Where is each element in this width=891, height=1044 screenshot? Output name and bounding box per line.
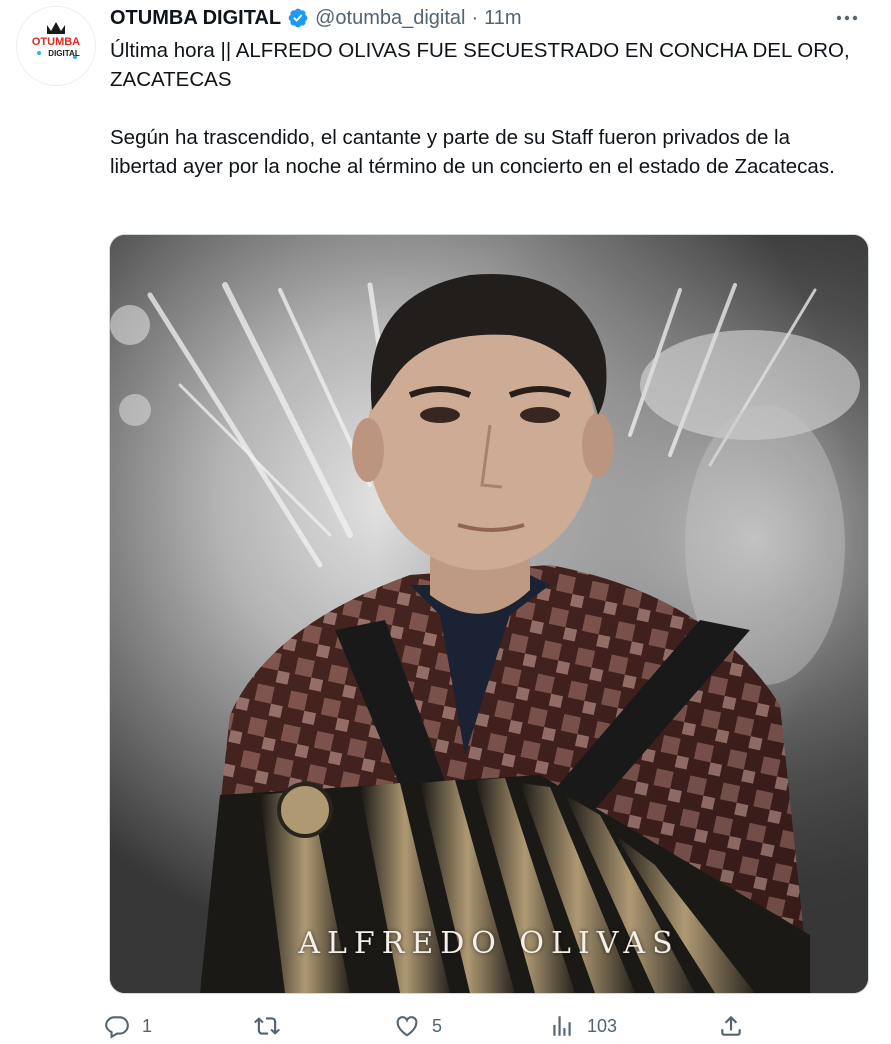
avatar[interactable]: OTUMBA DIGITAL (16, 6, 96, 86)
timestamp[interactable]: 11m (484, 7, 521, 30)
photo-caption: ALFREDO OLIVAS (298, 926, 680, 961)
separator-dot: · (471, 6, 479, 29)
otumba-digital-logo: OTUMBA DIGITAL (17, 7, 95, 85)
handle[interactable]: @otumba_digital (315, 7, 465, 30)
display-name[interactable]: OTUMBA DIGITAL (110, 7, 281, 30)
tweet-media-image[interactable]: ALFREDO OLIVAS (109, 234, 869, 994)
retweet-button[interactable] (254, 1008, 292, 1044)
avatar-logo-top: OTUMBA (32, 36, 80, 48)
share-button[interactable] (718, 1008, 756, 1044)
tweet-text: Última hora || ALFREDO OLIVAS FUE SECUES… (110, 36, 850, 181)
like-count: 5 (432, 1015, 443, 1036)
tweet-header: OTUMBA DIGITAL @otumba_digital · 11m (110, 4, 871, 32)
views-count: 103 (587, 1015, 618, 1036)
more-icon[interactable] (829, 4, 865, 32)
like-icon (396, 1016, 418, 1037)
reply-count: 1 (142, 1015, 153, 1036)
reply-icon (105, 1016, 129, 1039)
retweet-icon (254, 1017, 280, 1035)
views-button[interactable]: 103 (549, 1008, 617, 1044)
reply-button[interactable]: 1 (104, 1008, 152, 1044)
like-button[interactable]: 5 (394, 1008, 442, 1044)
verified-badge-icon[interactable] (287, 7, 309, 29)
tweet-text-paragraph: Última hora || ALFREDO OLIVAS FUE SECUES… (110, 39, 850, 91)
tweet-text-paragraph: Según ha trascendido, el cantante y part… (110, 126, 835, 178)
avatar-logo-bottom: DIGITAL (48, 49, 80, 58)
share-icon (721, 1015, 741, 1036)
views-icon (553, 1016, 571, 1036)
singer-photo (110, 235, 868, 993)
tweet-actions: 1 5 103 (104, 1008, 764, 1044)
